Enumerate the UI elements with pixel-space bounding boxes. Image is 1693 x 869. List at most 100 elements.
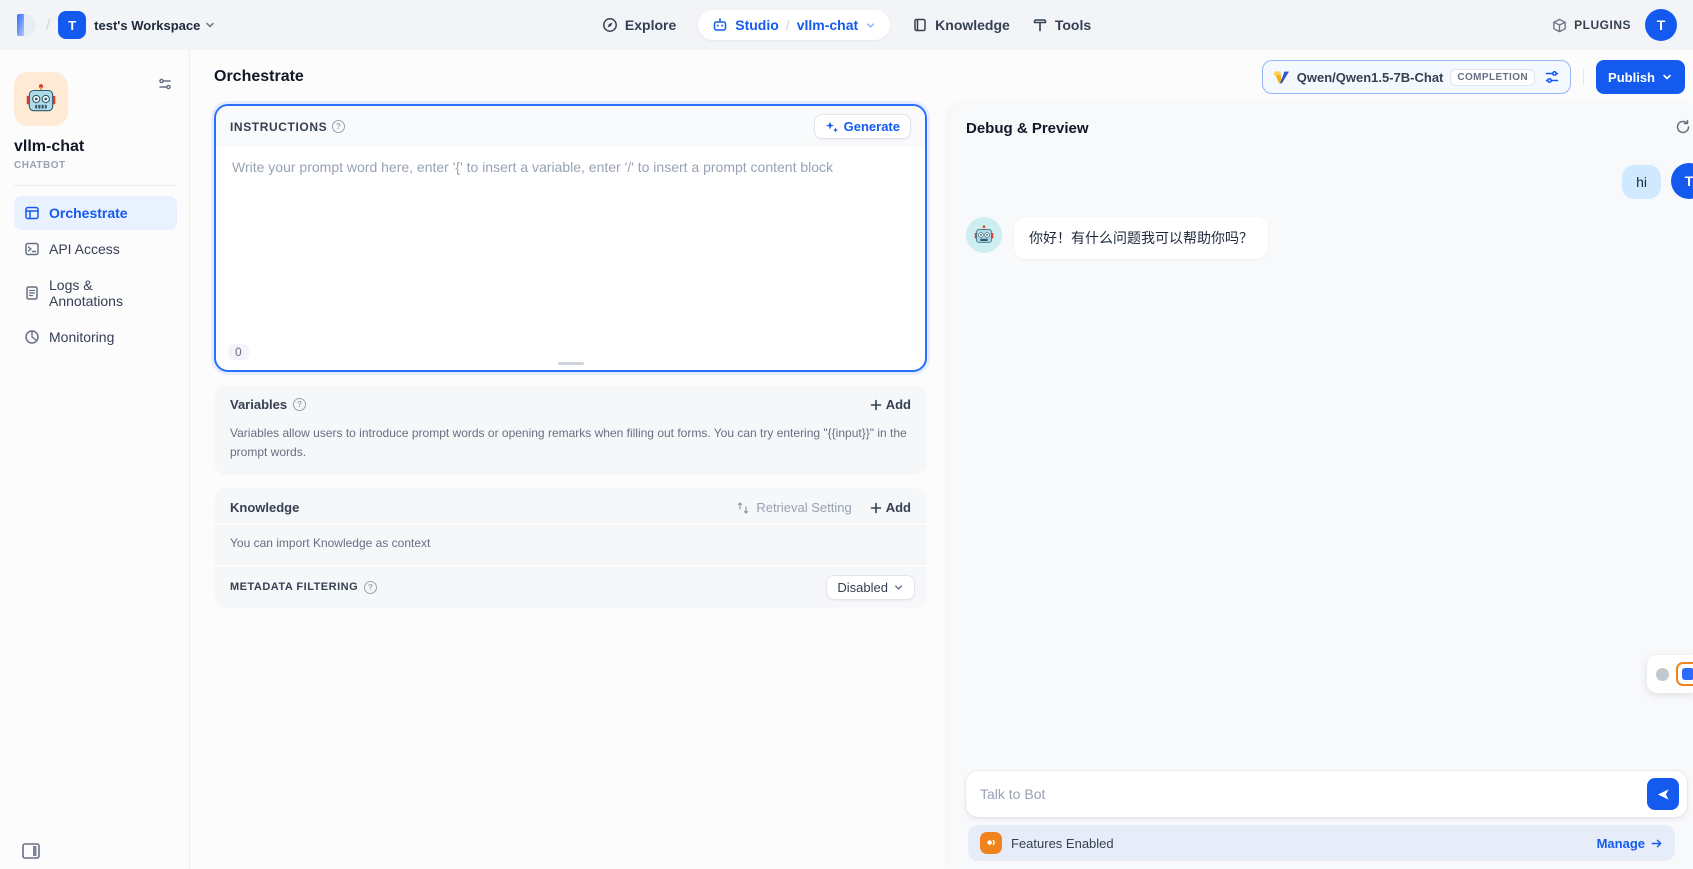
clipped-app-icon [1676, 662, 1693, 686]
instructions-footer: 0 [216, 344, 925, 370]
model-name: Qwen/Qwen1.5-7B-Chat [1297, 70, 1444, 85]
help-icon[interactable]: ? [293, 398, 306, 411]
user-chat-avatar: T [1671, 163, 1693, 199]
manage-features-link[interactable]: Manage [1597, 836, 1663, 851]
vllm-logo [1273, 70, 1290, 85]
logs-icon [24, 285, 40, 301]
sparkles-icon [825, 120, 839, 134]
robot-emoji-icon [973, 224, 995, 246]
sidebar-item-logs-annotations[interactable]: Logs & Annotations [14, 268, 177, 318]
app-type-badge: CHATBOT [14, 160, 177, 171]
sidebar-item-monitoring[interactable]: Monitoring [14, 320, 177, 354]
package-icon [1552, 18, 1567, 33]
assistant-bubble: 你好！有什么问题我可以帮助你吗？ [1014, 217, 1268, 259]
sidebar-item-orchestrate[interactable]: Orchestrate [14, 196, 177, 230]
variables-description: Variables allow users to introduce promp… [214, 420, 927, 475]
chevron-down-icon [1661, 71, 1673, 83]
features-icon [980, 832, 1002, 854]
chat-message-user: hi T [966, 163, 1693, 199]
arrow-right-icon [1650, 837, 1663, 850]
dify-logo[interactable] [16, 12, 38, 38]
explore-icon [602, 17, 618, 33]
nav-right: PLUGINS T [1099, 9, 1677, 41]
help-icon[interactable]: ? [364, 581, 377, 594]
instructions-header: INSTRUCTIONS ? Generate [216, 106, 925, 147]
chevron-down-icon [865, 20, 876, 31]
collapse-sidebar-icon[interactable] [22, 843, 40, 859]
app-name: vllm-chat [14, 138, 177, 156]
variables-header: Variables ? Add [214, 385, 927, 420]
features-bar: Features Enabled Manage [968, 825, 1675, 861]
hammer-icon [1032, 17, 1048, 33]
workspace-avatar[interactable]: T [58, 11, 86, 39]
send-button[interactable] [1647, 778, 1679, 810]
publish-button[interactable]: Publish [1596, 60, 1685, 94]
instructions-panel: INSTRUCTIONS ? Generate 0 [214, 104, 927, 372]
user-avatar[interactable]: T [1645, 9, 1677, 41]
debug-title: Debug & Preview [966, 120, 1677, 137]
generate-button[interactable]: Generate [814, 114, 911, 139]
nav-left: / T test's Workspace [16, 11, 594, 39]
main-area: Orchestrate Qwen/Qwen1.5-7B-Chat COMPLET… [190, 50, 1693, 869]
metadata-filtering-label: METADATA FILTERING ? [230, 581, 826, 594]
model-selector[interactable]: Qwen/Qwen1.5-7B-Chat COMPLETION [1262, 60, 1571, 94]
add-knowledge-button[interactable]: Add [870, 500, 911, 515]
chevron-down-icon [893, 582, 904, 593]
restart-conversation-icon[interactable] [1675, 119, 1691, 135]
sidebar-divider [14, 185, 175, 186]
breadcrumb-slash: / [46, 17, 50, 34]
knowledge-panel: Knowledge Retrieval Setting Add You can … [214, 488, 927, 608]
metadata-filtering-select[interactable]: Disabled [826, 575, 915, 600]
plus-icon [870, 399, 882, 411]
debug-preview-panel: Debug & Preview hi T [950, 104, 1693, 869]
help-icon[interactable]: ? [332, 120, 345, 133]
chat-message-assistant: 你好！有什么问题我可以帮助你吗？ [966, 217, 1693, 259]
debug-header: Debug & Preview [950, 104, 1693, 143]
grid-window-icon [24, 205, 40, 221]
chat-area: hi T [950, 143, 1693, 771]
page-title: Orchestrate [214, 68, 1254, 86]
top-nav: / T test's Workspace Explore Studio / vl… [0, 0, 1693, 50]
robot-icon [712, 17, 728, 33]
nav-item-explore[interactable]: Explore [602, 17, 676, 33]
instructions-title: INSTRUCTIONS ? [230, 120, 814, 134]
chevron-down-icon [204, 19, 216, 31]
main-header: Orchestrate Qwen/Qwen1.5-7B-Chat COMPLET… [190, 50, 1693, 104]
talk-to-bot-input[interactable] [980, 786, 1647, 802]
app-icon[interactable] [14, 72, 68, 126]
monitoring-icon [24, 329, 40, 345]
sidebar-item-api-access[interactable]: API Access [14, 232, 177, 266]
main-body: INSTRUCTIONS ? Generate 0 [190, 104, 1693, 869]
nav-item-studio[interactable]: Studio / vllm-chat [698, 10, 890, 40]
robot-emoji-icon [24, 82, 58, 116]
resize-handle[interactable] [558, 362, 584, 365]
instructions-input[interactable] [216, 147, 925, 344]
plus-icon [870, 502, 882, 514]
knowledge-title: Knowledge [230, 500, 736, 515]
drag-dot-icon [1656, 668, 1669, 681]
book-icon [912, 17, 928, 33]
nav-item-knowledge[interactable]: Knowledge [912, 17, 1010, 33]
char-count-badge: 0 [228, 344, 249, 360]
bot-chat-avatar [966, 217, 1002, 253]
retrieval-setting-icon [736, 501, 750, 515]
add-variable-button[interactable]: Add [870, 397, 911, 412]
model-mode-badge: COMPLETION [1450, 69, 1535, 86]
user-bubble: hi [1622, 165, 1661, 199]
model-params-icon[interactable] [1544, 69, 1560, 85]
features-label: Features Enabled [1011, 836, 1588, 851]
app-settings-icon[interactable] [157, 76, 173, 92]
variables-title: Variables ? [230, 397, 870, 412]
floating-widget[interactable] [1647, 655, 1693, 693]
chat-input-bar [966, 771, 1687, 817]
knowledge-header: Knowledge Retrieval Setting Add [214, 488, 927, 523]
app-sidebar: vllm-chat CHATBOT Orchestrate API Access… [0, 50, 190, 869]
variables-panel: Variables ? Add Variables allow users to… [214, 385, 927, 475]
nav-item-tools[interactable]: Tools [1032, 17, 1091, 33]
send-icon [1656, 787, 1671, 802]
plugins-button[interactable]: PLUGINS [1552, 18, 1631, 33]
workspace-selector[interactable]: test's Workspace [94, 18, 216, 33]
config-column: INSTRUCTIONS ? Generate 0 [190, 104, 927, 869]
header-divider [1583, 69, 1584, 85]
retrieval-setting-button[interactable]: Retrieval Setting [736, 500, 851, 515]
